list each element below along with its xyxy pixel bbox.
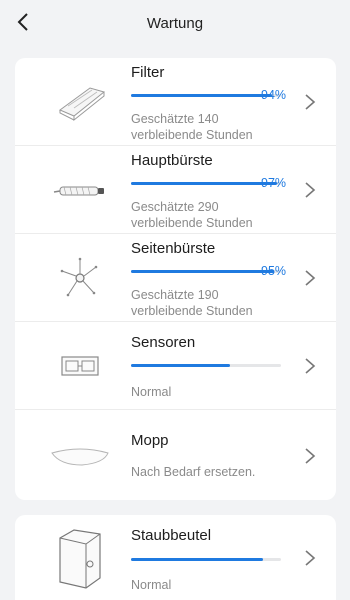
progress-bar bbox=[131, 182, 281, 185]
progress-bar bbox=[131, 364, 281, 367]
progress-percent: 95% bbox=[261, 264, 287, 278]
progress-fill bbox=[131, 182, 277, 185]
side-brush-icon bbox=[35, 248, 125, 308]
status-text: Nach Bedarf ersetzen. bbox=[131, 465, 256, 479]
chevron-right-icon bbox=[305, 358, 316, 374]
list-item-mop[interactable]: Mopp Nach Bedarf ersetzen. bbox=[15, 410, 336, 500]
dustbag-icon bbox=[39, 523, 119, 595]
status-text: Normal bbox=[131, 578, 172, 592]
page-title: Wartung bbox=[146, 14, 204, 32]
item-name: Mopp bbox=[131, 432, 169, 449]
progress-fill bbox=[131, 364, 230, 367]
item-name: Hauptbürste bbox=[131, 152, 213, 169]
maintenance-list: Filter 94% Geschätzte 140 verbleibende St… bbox=[15, 58, 336, 500]
item-name: Filter bbox=[131, 64, 165, 81]
chevron-right-icon bbox=[305, 182, 316, 198]
chevron-right-icon bbox=[305, 550, 316, 566]
main-brush-icon bbox=[35, 160, 125, 220]
item-name: Sensoren bbox=[131, 334, 196, 351]
remaining-estimate: Geschätzte 140 verbleibende Stunden bbox=[131, 112, 253, 142]
list-item-side-brush[interactable]: Seitenbürste 95% Geschätzte 190 verbleibe… bbox=[15, 234, 336, 322]
list-item-sensors[interactable]: Sensoren Normal bbox=[15, 322, 336, 410]
mop-icon bbox=[35, 426, 125, 486]
chevron-right-icon bbox=[305, 270, 316, 286]
remaining-estimate: Geschätzte 290 verbleibende Stunden bbox=[131, 200, 253, 230]
status-text: Normal bbox=[131, 385, 172, 399]
sensor-icon bbox=[35, 336, 125, 396]
chevron-right-icon bbox=[305, 448, 316, 464]
progress-percent: 94% bbox=[261, 88, 287, 102]
filter-icon bbox=[35, 72, 125, 132]
chevron-left-icon bbox=[17, 13, 28, 31]
item-name: Seitenbürste bbox=[131, 240, 216, 257]
progress-fill bbox=[131, 558, 263, 561]
back-button[interactable] bbox=[14, 11, 32, 33]
remaining-estimate: Geschätzte 190 verbleibende Stunden bbox=[131, 288, 253, 318]
progress-fill bbox=[131, 270, 274, 273]
top-bar: Wartung bbox=[0, 0, 350, 46]
list-item-filter[interactable]: Filter 94% Geschätzte 140 verbleibende St… bbox=[15, 58, 336, 146]
progress-fill bbox=[131, 94, 272, 97]
chevron-right-icon bbox=[305, 94, 316, 110]
progress-bar bbox=[131, 558, 281, 561]
progress-bar bbox=[131, 270, 281, 273]
item-name: Staubbeutel bbox=[131, 527, 212, 544]
list-item-dustbag[interactable]: Staubbeutel Normal bbox=[15, 515, 336, 600]
dustbag-card: Staubbeutel Normal bbox=[15, 515, 336, 600]
list-item-main-brush[interactable]: Hauptbürste 97% Geschätzte 290 verbleiben… bbox=[15, 146, 336, 234]
progress-percent: 97% bbox=[261, 176, 287, 190]
progress-bar bbox=[131, 94, 281, 97]
